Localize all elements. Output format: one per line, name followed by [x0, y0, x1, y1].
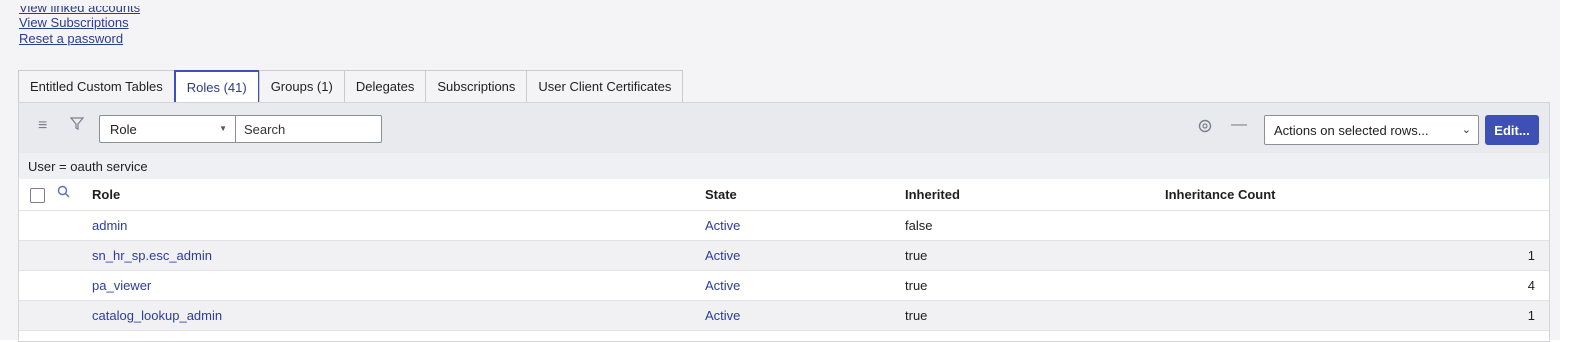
chevron-down-icon: ⌄ — [1461, 124, 1471, 136]
column-header-role[interactable]: Role — [92, 179, 120, 210]
role-link[interactable]: admin — [92, 211, 127, 240]
tab-entitled-custom-tables[interactable]: Entitled Custom Tables — [18, 70, 175, 102]
actions-on-selected-rows-select[interactable]: Actions on selected rows... ⌄ — [1264, 115, 1479, 145]
state-value[interactable]: Active — [705, 271, 740, 300]
reset-password-link[interactable]: Reset a password — [19, 31, 140, 47]
search-field-value: Role — [110, 121, 137, 137]
inherited-value: false — [905, 218, 933, 233]
filter-icon[interactable] — [69, 117, 85, 136]
inherited-value: true — [905, 248, 928, 263]
right-edge — [1560, 0, 1576, 340]
inherited-value: true — [905, 278, 928, 293]
column-header-inheritance-count[interactable]: Inheritance Count — [1165, 179, 1276, 210]
inherited-value: true — [905, 308, 928, 323]
table-row: pa_viewer Active true 4 — [19, 271, 1549, 301]
search-icon[interactable] — [57, 185, 70, 201]
collapse-icon[interactable]: — — [1231, 116, 1247, 134]
table-row: sn_hr_sp.esc_admin Active true 1 — [19, 241, 1549, 271]
gear-icon[interactable] — [1197, 118, 1213, 139]
actions-select-value: Actions on selected rows... — [1274, 122, 1429, 138]
role-link[interactable]: sn_hr_sp.esc_admin — [92, 241, 212, 270]
roles-table: Role State Inherited Inheritance Count a… — [19, 179, 1549, 331]
table-row: catalog_lookup_admin Active true 1 — [19, 301, 1549, 331]
hamburger-menu-icon[interactable]: ≡ — [38, 117, 47, 135]
list-toolbar: ≡ Role ▼ — Actions on selected rows... ⌄… — [19, 103, 1549, 153]
filter-condition[interactable]: User = oauth service — [28, 159, 148, 174]
column-header-state[interactable]: State — [705, 179, 737, 210]
tab-subscriptions[interactable]: Subscriptions — [425, 70, 528, 102]
chevron-down-icon: ▼ — [219, 124, 227, 133]
state-value[interactable]: Active — [705, 241, 740, 270]
edit-button[interactable]: Edit... — [1485, 115, 1539, 145]
related-links: View linked accounts View Subscriptions … — [19, 6, 140, 47]
inheritance-count-value: 4 — [1527, 278, 1535, 293]
inheritance-count-value: 1 — [1527, 248, 1535, 263]
tab-user-client-certificates[interactable]: User Client Certificates — [526, 70, 684, 102]
tab-delegates[interactable]: Delegates — [343, 70, 427, 102]
state-value[interactable]: Active — [705, 301, 740, 330]
table-header-row: Role State Inherited Inheritance Count — [19, 179, 1549, 211]
view-subscriptions-link[interactable]: View Subscriptions — [19, 15, 140, 31]
filter-breadcrumb: User = oauth service — [19, 153, 1549, 179]
column-header-inherited[interactable]: Inherited — [905, 179, 960, 210]
view-linked-accounts-link[interactable]: View linked accounts — [19, 6, 140, 15]
inheritance-count-value: 1 — [1527, 308, 1535, 323]
select-all-checkbox[interactable] — [30, 188, 45, 203]
search-field-select[interactable]: Role ▼ — [99, 115, 236, 143]
tab-roles[interactable]: Roles (41) — [173, 70, 260, 102]
tab-groups[interactable]: Groups (1) — [258, 70, 345, 102]
role-link[interactable]: pa_viewer — [92, 271, 151, 300]
search-input[interactable] — [235, 115, 382, 143]
role-link[interactable]: catalog_lookup_admin — [92, 301, 222, 330]
table-row: admin Active false — [19, 211, 1549, 241]
roles-list-panel: ≡ Role ▼ — Actions on selected rows... ⌄… — [18, 102, 1550, 342]
state-value[interactable]: Active — [705, 211, 740, 240]
related-list-tabs: Entitled Custom Tables Roles (41) Groups… — [18, 70, 684, 102]
